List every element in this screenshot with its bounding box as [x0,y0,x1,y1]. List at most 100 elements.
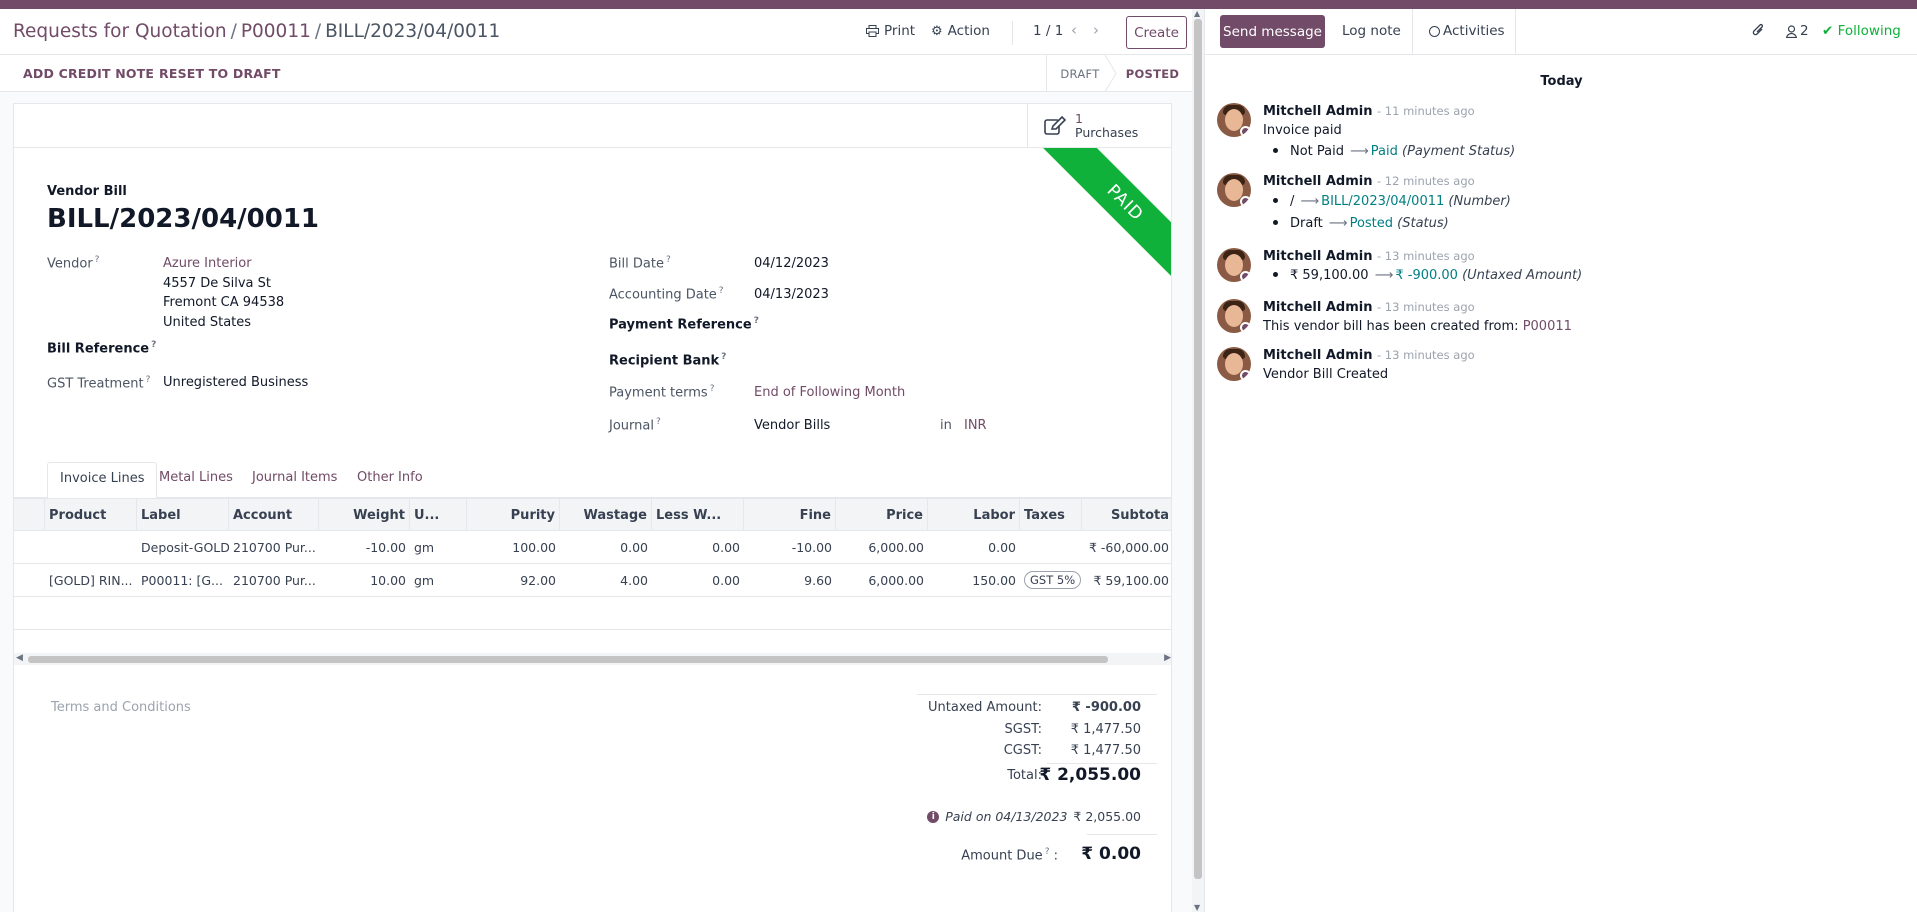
tab-invoice-lines[interactable]: Invoice Lines [47,462,158,499]
vendor-country: United States [163,315,252,330]
bill-reference-label: Bill Reference? [47,340,157,357]
column-account[interactable]: Account [229,499,319,531]
table-header: Product Label Account Weight U... Purity… [14,498,1171,531]
paperclip-icon[interactable] [1752,23,1765,42]
recipient-bank-label: Recipient Bank? [609,352,727,369]
stage-draft[interactable]: DRAFT [1046,55,1113,92]
bill-date-value[interactable]: 04/12/2023 [754,256,829,271]
tab-journal-items[interactable]: Journal Items [252,470,337,485]
divider [1047,763,1157,764]
vertical-scrollbar[interactable]: ▲ ▼ [1192,9,1204,912]
cgst-label: CGST: [1003,743,1042,758]
reset-to-draft-button[interactable]: RESET TO DRAFT [159,66,281,81]
cell-account: 210700 Pur... [233,572,316,588]
avatar[interactable] [1217,173,1251,207]
purchases-smart-button[interactable]: 1 Purchases [1027,104,1171,148]
tracking-value: Not Paid ⟶ Paid (Payment Status) [1273,144,1515,159]
log-note-button[interactable]: Log note [1342,23,1401,39]
column-taxes[interactable]: Taxes [1020,499,1082,531]
avatar[interactable] [1217,299,1251,333]
divider [1012,21,1013,45]
clock-icon [1429,25,1440,37]
column-uom[interactable]: U... [410,499,467,531]
avatar[interactable] [1217,347,1251,381]
tab-other-info[interactable]: Other Info [357,470,423,485]
column-fine[interactable]: Fine [744,499,836,531]
amount-due-value: ₹ 0.00 [1081,844,1141,864]
column-label[interactable]: Label [137,499,229,531]
activities-button[interactable]: Activities [1429,23,1505,39]
vendor-name[interactable]: Azure Interior [163,256,252,271]
avatar[interactable] [1217,248,1251,282]
accounting-date-value[interactable]: 04/13/2023 [754,287,829,302]
notebook-tabs: Invoice Lines Metal Lines Journal Items … [14,462,1171,499]
divider [1087,834,1157,835]
column-purity[interactable]: Purity [467,499,560,531]
total-label: Total: [1007,768,1042,783]
followers-button[interactable]: 2 [1786,23,1809,39]
payment-terms-label: Payment terms? [609,384,715,401]
scrollbar-thumb[interactable] [28,656,1108,663]
breadcrumb-root[interactable]: Requests for Quotation [13,21,227,42]
table-row[interactable]: Deposit-GOLD 210700 Pur... -10.00 gm 100… [14,531,1171,564]
ribbon-text: PAID [1033,148,1171,295]
pager-value[interactable]: 1 / 1 [1033,23,1063,39]
scroll-up-icon[interactable]: ▲ [1194,9,1200,18]
horizontal-scrollbar[interactable]: ◀ ▶ [14,653,1171,665]
purchases-label: Purchases [1075,125,1139,140]
column-price[interactable]: Price [836,499,928,531]
purchases-count: 1 [1075,111,1083,126]
scroll-down-icon[interactable]: ▼ [1194,903,1200,912]
terms-conditions-field[interactable]: Terms and Conditions [51,700,191,715]
column-subtotal[interactable]: Subtota [1082,499,1171,531]
column-labor[interactable]: Labor [928,499,1020,531]
source-document-link[interactable]: P00011 [1523,319,1572,334]
following-button[interactable]: ✔ Following [1822,23,1901,39]
print-button[interactable]: Print [866,23,915,39]
add-credit-note-button[interactable]: ADD CREDIT NOTE [23,66,154,81]
cell-labor: 150.00 [972,572,1016,588]
online-status-icon [1240,322,1251,333]
journal-label: Journal? [609,417,661,434]
divider [917,694,1157,695]
breadcrumb-separator: / [230,21,237,42]
column-wastage[interactable]: Wastage [560,499,652,531]
print-label: Print [884,23,916,39]
scrollbar-thumb[interactable] [1194,19,1202,879]
cell-product [45,531,137,563]
tracking-value: / ⟶ BILL/2023/04/0011 (Number) [1273,194,1511,209]
status-bar: ADD CREDIT NOTE RESET TO DRAFT DRAFT POS… [0,55,1192,92]
divider [1412,9,1413,55]
gst-treatment-label: GST Treatment? [47,375,151,392]
avatar[interactable] [1217,103,1251,137]
arrow-right-icon: ⟶ [1300,194,1320,209]
message-author: Mitchell Admin - 12 minutes ago [1263,174,1475,189]
vendor-city: Fremont CA 94538 [163,295,285,310]
gst-treatment-value[interactable]: Unregistered Business [163,375,308,390]
create-button[interactable]: Create [1126,16,1187,49]
journal-value[interactable]: Vendor Bills [754,418,830,433]
cell-uom: gm [414,539,435,555]
cell-purity: 100.00 [512,539,556,555]
tab-metal-lines[interactable]: Metal Lines [159,470,233,485]
chevron-right-icon[interactable]: › [1093,21,1099,39]
breadcrumb-parent[interactable]: P00011 [241,21,311,42]
stage-posted: POSTED [1125,66,1180,81]
currency-value[interactable]: INR [964,418,987,433]
column-less-w[interactable]: Less W... [652,499,744,531]
info-icon[interactable]: i [927,810,940,823]
table-row[interactable]: [GOLD] RIN... P00011: [G... 210700 Pur..… [14,564,1171,597]
user-icon [1786,24,1797,38]
paid-ribbon: PAID [1019,148,1171,302]
message-author: Mitchell Admin - 13 minutes ago [1263,300,1475,315]
column-weight[interactable]: Weight [319,499,410,531]
chevron-left-icon[interactable]: ‹ [1071,21,1077,39]
action-button[interactable]: ⚙ Action [931,23,990,39]
cell-price: 6,000.00 [868,572,924,588]
scroll-right-icon[interactable]: ▶ [1164,653,1171,663]
scroll-left-icon[interactable]: ◀ [16,653,23,663]
send-message-button[interactable]: Send message [1220,15,1325,48]
cell-taxes: GST 5% [1020,564,1082,596]
payment-terms-value[interactable]: End of Following Month [754,385,905,400]
column-product[interactable]: Product [45,499,137,531]
